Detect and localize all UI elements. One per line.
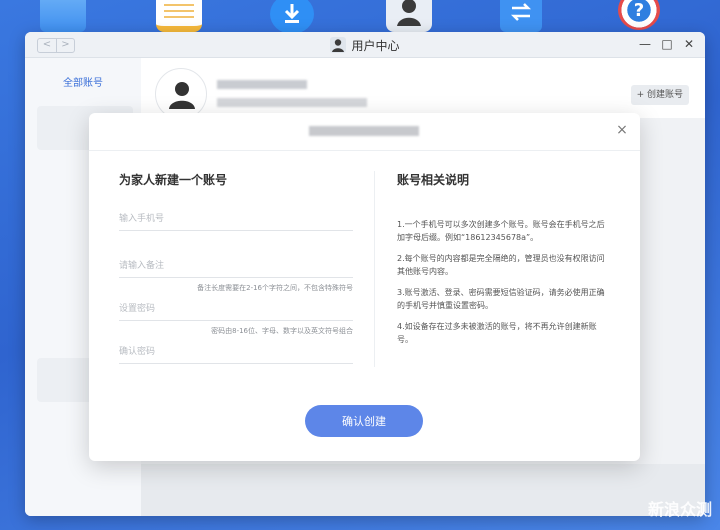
folder-icon[interactable] xyxy=(40,0,86,32)
remark-input[interactable] xyxy=(119,255,353,277)
info-item: 1.一个手机号可以多次创建多个账号。账号会在手机号之后加字母后缀。例如“1861… xyxy=(397,220,605,242)
confirm-create-button[interactable]: 确认创建 xyxy=(305,405,423,437)
info-item: 4.如设备存在过多未被激活的账号，将不再允许创建新账号。 xyxy=(397,322,597,344)
phone-field-wrap xyxy=(119,208,353,231)
help-icon[interactable]: ? xyxy=(618,0,660,30)
confirm-password-field-wrap xyxy=(119,341,353,364)
window-controls: — □ ✕ xyxy=(639,37,695,51)
minimize-button[interactable]: — xyxy=(639,37,651,51)
password-hint: 密码由8-16位、字母、数字以及英文符号组合 xyxy=(211,327,353,335)
close-button[interactable]: ✕ xyxy=(683,37,695,51)
blurred-dialog-title xyxy=(309,126,419,136)
transfer-icon[interactable] xyxy=(500,0,542,32)
desktop-dock: ? xyxy=(0,0,720,34)
form-title: 为家人新建一个账号 xyxy=(119,173,228,187)
blurred-username xyxy=(217,80,307,89)
window-titlebar: < > 用户中心 — □ ✕ xyxy=(25,32,705,58)
account-form: 为家人新建一个账号 备注长度需要在2-16个字符之间，不包含特殊符号 密码由8-… xyxy=(119,171,353,364)
sidebar-item-all-accounts[interactable]: 全部账号 xyxy=(63,74,103,89)
create-account-button[interactable]: + 创建账号 xyxy=(630,85,689,105)
content-footer xyxy=(141,464,705,516)
confirm-password-input[interactable] xyxy=(119,341,353,363)
window-title-text: 用户中心 xyxy=(351,39,400,53)
dialog-close-icon[interactable]: × xyxy=(614,122,630,138)
password-field-wrap xyxy=(119,298,353,321)
user-center-icon[interactable] xyxy=(386,0,432,32)
password-input[interactable] xyxy=(119,298,353,320)
info-title: 账号相关说明 xyxy=(397,173,470,187)
info-item: 3.账号激活、登录、密码需要短信验证码，请务必使用正确的手机号并慎重设置密码。 xyxy=(397,288,605,310)
maximize-button[interactable]: □ xyxy=(661,37,673,51)
window-title: 用户中心 xyxy=(25,37,705,54)
user-center-icon xyxy=(330,37,347,53)
remark-field-wrap xyxy=(119,255,353,278)
phone-input[interactable] xyxy=(119,208,353,230)
info-item: 2.每个账号的内容都是完全隔绝的，管理员也没有权限访问其他账号内容。 xyxy=(397,254,605,276)
download-icon[interactable] xyxy=(270,0,314,34)
create-account-dialog: × 为家人新建一个账号 备注长度需要在2-16个字符之间，不包含特殊符号 密码由… xyxy=(89,113,640,461)
dialog-header: × xyxy=(89,113,640,151)
column-divider xyxy=(374,171,375,367)
user-header: + 创建账号 xyxy=(141,58,705,120)
remark-hint: 备注长度需要在2-16个字符之间，不包含特殊符号 xyxy=(197,284,353,292)
watermark: 新浪众测 xyxy=(647,500,712,519)
blurred-user-info xyxy=(217,98,367,107)
info-list: 1.一个手机号可以多次创建多个账号。账号会在手机号之后加字母后缀。例如“1861… xyxy=(397,218,611,346)
notes-icon[interactable] xyxy=(156,0,202,32)
account-info: 账号相关说明 1.一个手机号可以多次创建多个账号。账号会在手机号之后加字母后缀。… xyxy=(397,171,611,354)
